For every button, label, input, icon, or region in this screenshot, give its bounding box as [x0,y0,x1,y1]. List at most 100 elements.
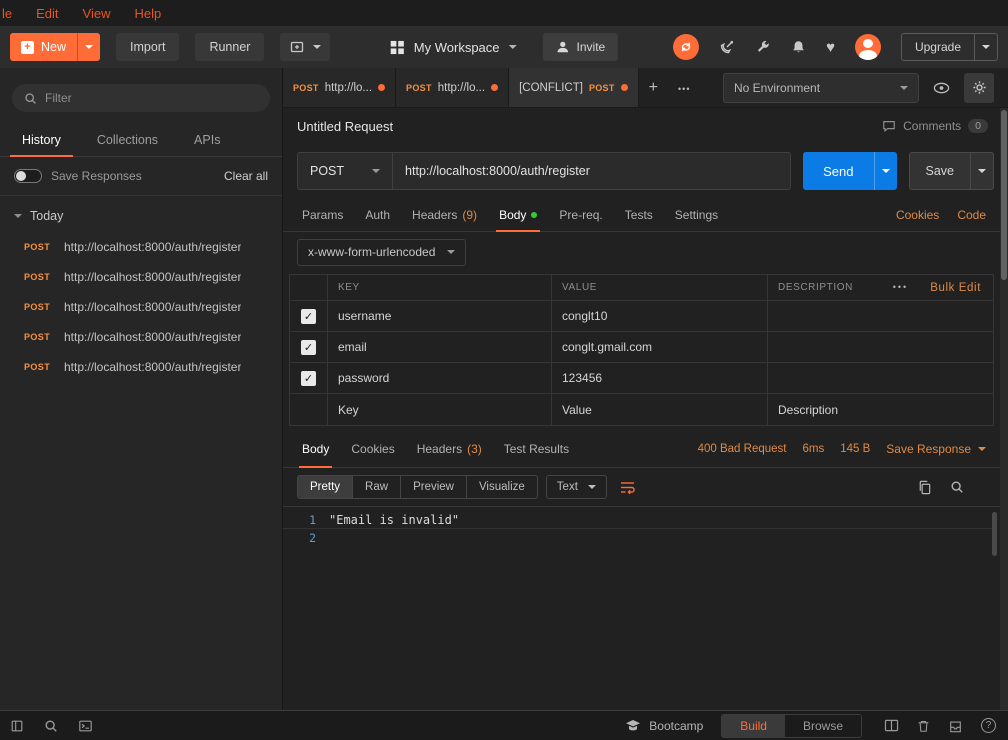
comments-button[interactable]: Comments 0 [882,119,988,133]
sidebar-tab-collections[interactable]: Collections [79,124,176,156]
satellite-icon[interactable] [719,39,735,55]
sidebar-tab-apis[interactable]: APIs [176,124,238,156]
description-cell[interactable] [768,332,993,363]
sidebar-tab-history[interactable]: History [4,124,79,156]
editor-scrollbar-thumb[interactable] [992,512,997,556]
invite-button[interactable]: Invite [543,33,619,61]
method-select[interactable]: POST [298,153,393,189]
heart-icon[interactable]: ♥ [826,40,835,55]
filter-input[interactable] [45,91,258,105]
view-raw-button[interactable]: Raw [353,476,401,498]
tab-headers[interactable]: Headers(9) [401,198,488,231]
request-tab-active[interactable]: [CONFLICT] POST [509,68,639,107]
menu-item-view[interactable]: View [83,6,111,21]
history-item[interactable]: POST http://localhost:8000/auth/register [0,262,282,292]
bulk-edit-link[interactable]: Bulk Edit [930,282,981,294]
tab-tests[interactable]: Tests [614,198,664,231]
tray-icon[interactable] [948,719,963,733]
history-group-today[interactable]: Today [0,196,282,232]
copy-icon[interactable] [917,480,932,495]
clear-all-link[interactable]: Clear all [224,169,268,183]
avatar[interactable] [855,34,881,60]
request-tab[interactable]: POST http://lo... [396,68,509,107]
key-cell[interactable]: username [328,301,552,332]
tab-settings[interactable]: Settings [664,198,729,231]
table-options-button[interactable] [893,282,908,293]
tab-options-button[interactable] [668,81,700,95]
value-cell[interactable]: 123456 [552,363,768,394]
environment-select[interactable]: No Environment [723,73,919,103]
history-item[interactable]: POST http://localhost:8000/auth/register [0,322,282,352]
save-button[interactable]: Save [909,152,995,190]
row-checkbox[interactable] [301,371,316,386]
search-icon[interactable] [44,719,58,733]
history-item[interactable]: POST http://localhost:8000/auth/register [0,292,282,322]
row-checkbox[interactable] [301,340,316,355]
import-button[interactable]: Import [116,33,179,61]
sync-icon[interactable] [673,34,699,60]
send-button[interactable]: Send [803,152,896,190]
response-tab-test-results[interactable]: Test Results [493,430,580,467]
value-cell[interactable]: conglt10 [552,301,768,332]
view-pretty-button[interactable]: Pretty [298,476,353,498]
key-cell[interactable]: email [328,332,552,363]
browse-tab[interactable]: Browse [785,715,861,737]
build-tab[interactable]: Build [722,715,785,737]
trash-icon[interactable] [917,719,930,733]
key-cell[interactable]: password [328,363,552,394]
bootcamp-button[interactable]: Bootcamp [625,719,703,733]
workspace-switcher[interactable]: My Workspace [390,40,517,55]
key-cell[interactable]: Key [328,394,552,425]
send-options-caret[interactable] [874,152,897,190]
sidebar-toggle-icon[interactable] [10,719,24,733]
split-pane-icon[interactable] [884,719,899,732]
tab-prerequest[interactable]: Pre-req. [548,198,613,231]
upgrade-button[interactable]: Upgrade [901,33,998,61]
tab-auth[interactable]: Auth [354,198,401,231]
description-cell[interactable]: Description [768,394,993,425]
body-type-select[interactable]: x-www-form-urlencoded [297,239,466,266]
menu-item-file[interactable]: le [2,6,12,21]
view-preview-button[interactable]: Preview [401,476,467,498]
url-bar: POST [297,152,791,190]
new-button[interactable]: New [10,33,100,61]
runner-button[interactable]: Runner [195,33,264,61]
main-scrollbar[interactable] [1000,108,1008,710]
tab-body[interactable]: Body [488,198,548,231]
description-cell[interactable] [768,363,993,394]
new-dropdown-caret[interactable] [77,33,100,61]
save-responses-toggle[interactable] [14,169,42,183]
response-tab-headers[interactable]: Headers(3) [406,430,493,467]
value-cell[interactable]: conglt.gmail.com [552,332,768,363]
save-response-button[interactable]: Save Response [886,442,986,456]
history-item[interactable]: POST http://localhost:8000/auth/register [0,232,282,262]
environment-preview-eye-icon[interactable] [933,81,950,95]
code-link[interactable]: Code [957,208,986,222]
main-scrollbar-thumb[interactable] [1001,110,1007,280]
view-visualize-button[interactable]: Visualize [467,476,537,498]
new-window-button[interactable] [280,33,330,61]
bell-icon[interactable] [791,39,806,55]
tab-params[interactable]: Params [291,198,354,231]
value-cell[interactable]: Value [552,394,768,425]
wrench-icon[interactable] [755,39,771,55]
add-tab-button[interactable] [639,79,668,97]
history-item[interactable]: POST http://localhost:8000/auth/register [0,352,282,382]
wrap-lines-icon[interactable] [619,480,636,495]
menu-item-help[interactable]: Help [134,6,161,21]
save-options-caret[interactable] [970,153,993,189]
description-cell[interactable] [768,301,993,332]
request-tab[interactable]: POST http://lo... [283,68,396,107]
help-icon[interactable] [981,718,996,733]
search-response-icon[interactable] [950,480,964,495]
format-select[interactable]: Text [546,475,607,499]
response-tab-body[interactable]: Body [291,430,340,467]
row-checkbox[interactable] [301,309,316,324]
cookies-link[interactable]: Cookies [896,208,939,222]
upgrade-dropdown-caret[interactable] [974,34,997,60]
response-tab-cookies[interactable]: Cookies [340,430,405,467]
console-icon[interactable] [78,719,93,733]
menu-item-edit[interactable]: Edit [36,6,58,21]
url-input[interactable] [393,153,790,189]
environment-settings-button[interactable] [964,73,994,103]
